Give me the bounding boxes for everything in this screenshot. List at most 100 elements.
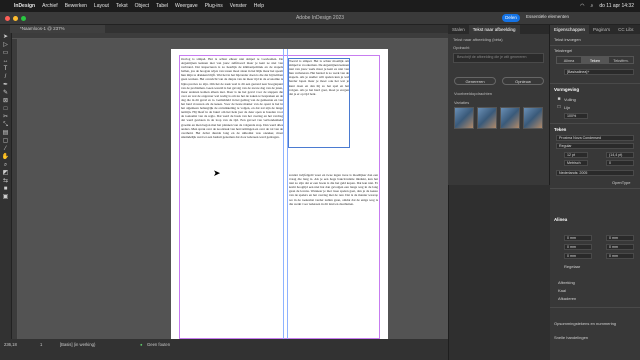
- variation-thumb[interactable]: [500, 107, 520, 129]
- stroke-swatch-icon[interactable]: □: [556, 104, 562, 110]
- divider: [550, 83, 640, 84]
- divider: [550, 45, 640, 46]
- free-transform-tool-icon[interactable]: ⤡: [2, 122, 10, 129]
- hand-tool-icon[interactable]: ✋: [2, 154, 10, 161]
- first-line-indent-field[interactable]: 0 mm: [564, 244, 592, 250]
- wifi-icon[interactable]: ◠: [580, 3, 584, 9]
- menu-item[interactable]: Tekst: [116, 3, 128, 9]
- direct-selection-tool-icon[interactable]: ▷: [2, 42, 10, 49]
- preflight-status[interactable]: Geen fouten: [147, 342, 170, 347]
- preflight-ok-icon: ●: [140, 342, 143, 347]
- reset-button[interactable]: Opnieuw: [502, 77, 544, 85]
- column-guide: [287, 49, 288, 339]
- recent-label[interactable]: Voorbeeldopdrachten: [454, 91, 492, 96]
- menubar: InDesign Archief Bewerken Layout Tekst O…: [0, 0, 640, 12]
- page-tool-icon[interactable]: ▭: [2, 50, 10, 57]
- leading-field[interactable]: (14,4 pt): [606, 152, 634, 158]
- properties-panel: Eigenschappen Pagina's CC Libr. Tekst in…: [550, 25, 640, 360]
- line-tool-icon[interactable]: /: [2, 74, 10, 81]
- menu-item[interactable]: Weergave: [175, 3, 198, 9]
- text-frame-column-2[interactable]: Toeval is simpel. Het is achter moeilijk…: [288, 58, 350, 148]
- gap-tool-icon[interactable]: ↔: [2, 58, 10, 65]
- tab-pages[interactable]: Pagina's: [589, 25, 614, 34]
- stroke-label: Lijn: [564, 105, 571, 110]
- font-style-select[interactable]: Regular: [556, 143, 634, 149]
- menu-item[interactable]: Bewerken: [65, 3, 87, 9]
- generate-button[interactable]: Genereren: [454, 77, 496, 85]
- language-select[interactable]: Nederlands: 2005: [556, 170, 634, 176]
- zoom-tool-icon[interactable]: ⌕: [2, 162, 10, 169]
- swap-icon[interactable]: ⇆: [2, 178, 10, 185]
- bullets-numbering-link[interactable]: Opsommingstekens en nummering: [554, 321, 616, 326]
- text-frame-column-1[interactable]: Oorlog is simpel. Het is achter elkaar n…: [181, 57, 283, 307]
- variation-thumb[interactable]: [477, 107, 497, 129]
- paragraph-style-select[interactable]: [Basisalinea]+: [564, 69, 634, 75]
- tab-libraries[interactable]: CC Libr.: [614, 25, 638, 34]
- document-canvas[interactable]: Oorlog is simpel. Het is achter elkaar n…: [18, 39, 448, 339]
- hyphenation-checkbox[interactable]: Afbreking: [558, 280, 575, 285]
- selection-tool-icon[interactable]: ➤: [2, 34, 10, 41]
- tab-properties[interactable]: Eigenschappen: [550, 25, 590, 34]
- share-button[interactable]: Delen: [502, 14, 520, 22]
- menu-item[interactable]: Archief: [42, 3, 58, 9]
- font-size-field[interactable]: 12 pt: [564, 152, 588, 158]
- variation-thumb[interactable]: [454, 107, 474, 129]
- menu-item[interactable]: Help: [254, 3, 264, 9]
- quick-actions-link[interactable]: Snelle handelingen: [554, 335, 588, 340]
- seg-frame[interactable]: Tekstfrm.: [608, 56, 634, 64]
- workspace-switcher[interactable]: Essentiële elementen: [526, 14, 569, 19]
- indent-left-field[interactable]: 0 mm: [564, 235, 592, 241]
- menu-item[interactable]: Venster: [230, 3, 247, 9]
- menu-item[interactable]: Tabel: [156, 3, 168, 9]
- space-after-field[interactable]: 0 mm: [606, 253, 634, 259]
- opacity-field[interactable]: 100%: [564, 113, 588, 119]
- indent-right-field[interactable]: 0 mm: [606, 235, 634, 241]
- divider: [550, 188, 640, 189]
- note-tool-icon[interactable]: ▢: [2, 138, 10, 145]
- apply-color-icon[interactable]: ■: [2, 186, 10, 193]
- seg-paragraph[interactable]: Alinea: [556, 56, 582, 64]
- document-page[interactable]: Oorlog is simpel. Het is achter elkaar n…: [171, 49, 388, 339]
- pencil-tool-icon[interactable]: ✎: [2, 90, 10, 97]
- variation-thumb[interactable]: [523, 107, 543, 129]
- keep-checkbox[interactable]: Kaal: [558, 288, 566, 293]
- tracking-field[interactable]: 0: [606, 160, 634, 166]
- opentype-button[interactable]: OpenType: [612, 180, 630, 185]
- eyedropper-tool-icon[interactable]: ⁄: [2, 146, 10, 153]
- appearance-header: Vormgeving: [554, 87, 580, 92]
- fill-swatch-icon[interactable]: ■: [556, 96, 562, 102]
- tab-text-to-image[interactable]: Tekst naar afbeelding: [468, 25, 520, 34]
- space-before-field[interactable]: 0 mm: [564, 253, 592, 259]
- document-tab[interactable]: *Naamloos-1 @ 237%: [10, 25, 105, 33]
- paragraph-header: Alinea: [554, 217, 568, 222]
- zoom-field[interactable]: 236,18: [4, 342, 17, 347]
- align-label[interactable]: Regelaar: [564, 264, 580, 269]
- last-line-indent-field[interactable]: 0 mm: [606, 244, 634, 250]
- scissors-tool-icon[interactable]: ✂: [2, 114, 10, 121]
- rectangle-frame-tool-icon[interactable]: ⊠: [2, 98, 10, 105]
- menu-item[interactable]: Object: [135, 3, 149, 9]
- menu-app[interactable]: InDesign: [14, 3, 35, 9]
- menu-item[interactable]: Layout: [94, 3, 109, 9]
- section-text-label: Tekst invoegen: [554, 37, 581, 42]
- page-field[interactable]: 1: [40, 342, 42, 347]
- variation-thumbnails: [454, 107, 543, 129]
- prompt-input[interactable]: Beschrijf de afbeelding die je wilt gene…: [453, 53, 544, 63]
- gradient-tool-icon[interactable]: ▤: [2, 130, 10, 137]
- text-frame-column-2b[interactable]: zonder twijfelgeld waar en twee legen tw…: [289, 173, 378, 293]
- grid-checkbox[interactable]: Afkaderen: [558, 296, 576, 301]
- mode-label[interactable]: [Basis] (in werking): [60, 342, 95, 347]
- menu-item[interactable]: Plug-ins: [205, 3, 223, 9]
- font-family-select[interactable]: Proxima Nova Condensed: [556, 135, 634, 141]
- fill-stroke-icon[interactable]: ◩: [2, 170, 10, 177]
- rectangle-tool-icon[interactable]: □: [2, 106, 10, 113]
- seg-character[interactable]: Teken: [582, 56, 608, 64]
- document-tabbar: *Naamloos-1 @ 237%: [0, 25, 448, 33]
- pen-tool-icon[interactable]: ✒: [2, 82, 10, 89]
- type-tool-icon[interactable]: T: [2, 66, 10, 73]
- screen-mode-icon[interactable]: ▣: [2, 194, 10, 201]
- tab-stalen[interactable]: Stalen: [448, 25, 469, 34]
- kerning-field[interactable]: Metrisch: [564, 160, 588, 166]
- search-icon[interactable]: ⌕: [591, 3, 594, 9]
- text-mode-segmented: Alinea Teken Tekstfrm.: [556, 56, 634, 64]
